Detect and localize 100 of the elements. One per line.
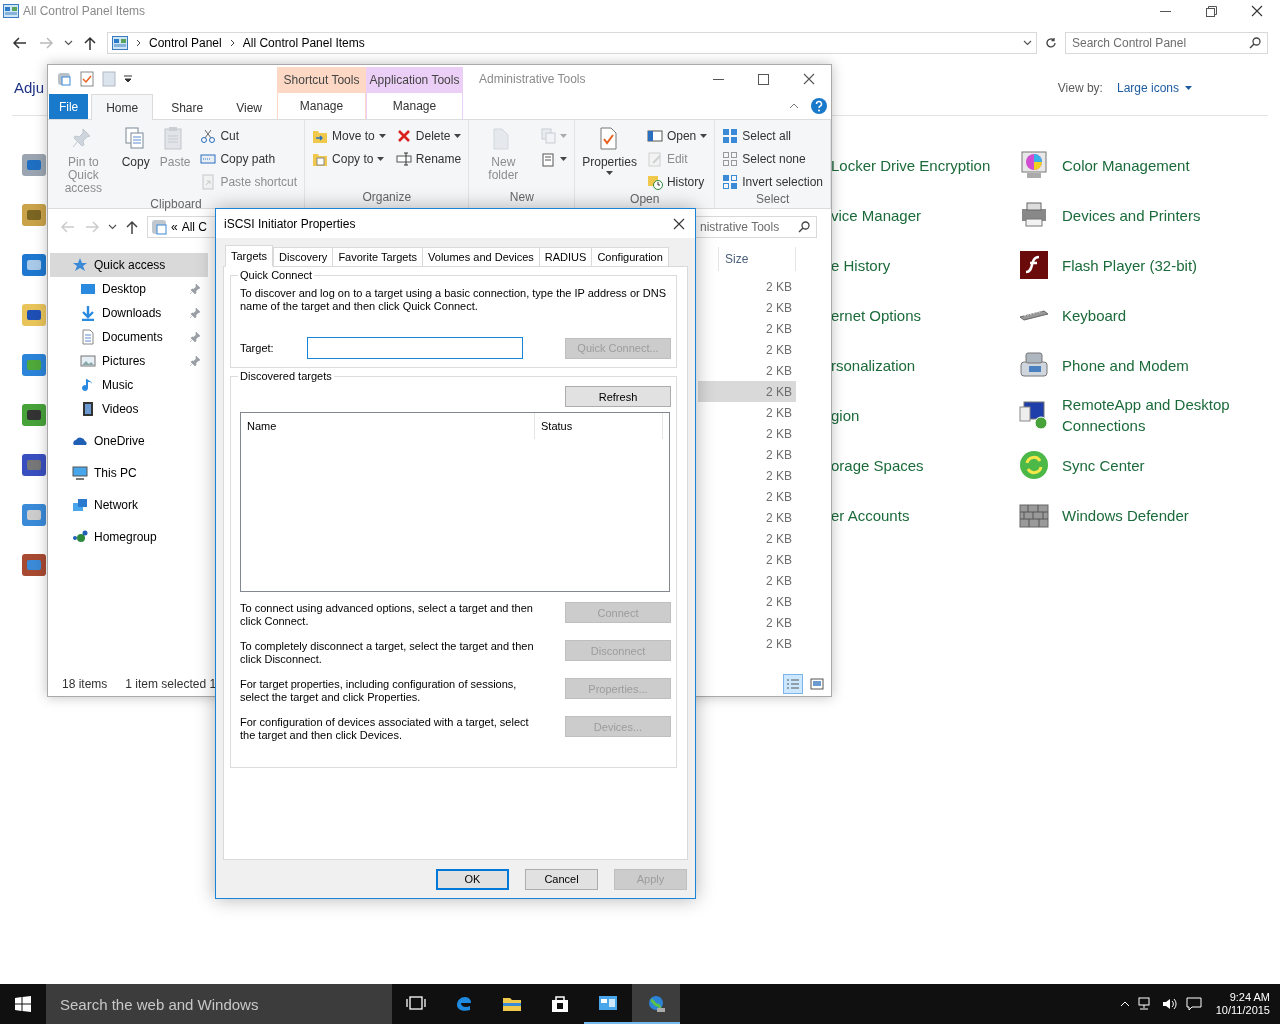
recent-locations-button[interactable]: [62, 38, 75, 48]
refresh-button[interactable]: Refresh: [565, 386, 671, 407]
ribbon-button[interactable]: Cut: [197, 126, 301, 146]
file-size-cell[interactable]: 2 KB: [698, 465, 796, 486]
select-none-icon: [722, 151, 739, 167]
file-size-cell[interactable]: 2 KB: [698, 318, 796, 339]
file-size-cell[interactable]: 2 KB: [698, 444, 796, 465]
file-size-cell[interactable]: 2 KB: [698, 570, 796, 591]
details-view-button[interactable]: [783, 673, 803, 694]
pin-icon: [190, 284, 200, 294]
file-size-cell[interactable]: 2 KB: [698, 297, 796, 318]
help-icon[interactable]: [811, 98, 827, 114]
ribbon-tab[interactable]: Share: [156, 94, 219, 120]
ribbon-button[interactable]: Copy: [118, 124, 153, 197]
dialog-tab[interactable]: Configuration: [591, 247, 669, 266]
applet-link[interactable]: Locker Drive Encryption: [831, 156, 1018, 174]
ribbon-button[interactable]: Delete: [392, 126, 465, 146]
ribbon-button[interactable]: Copy path: [197, 149, 301, 169]
file-size-cell[interactable]: 2 KB: [698, 276, 796, 297]
applet-link[interactable]: gion: [831, 406, 1018, 424]
file-tab[interactable]: File: [49, 94, 89, 119]
refresh-button[interactable]: [1043, 35, 1059, 51]
ribbon-button[interactable]: Properties: [579, 124, 640, 192]
file-size-cell[interactable]: 2 KB: [698, 381, 796, 402]
breadcrumb-item[interactable]: All Control Panel Items: [242, 36, 365, 50]
column-header[interactable]: Size: [718, 247, 796, 271]
search-field[interactable]: Search the web and Windows: [46, 984, 392, 1024]
file-size-cell[interactable]: 2 KB: [698, 528, 796, 549]
applet-link[interactable]: Keyboard: [1062, 304, 1262, 326]
dialog-button[interactable]: Cancel: [525, 868, 598, 890]
file-size-cell[interactable]: 2 KB: [698, 633, 796, 654]
file-size-cell[interactable]: 2 KB: [698, 339, 796, 360]
address-bar[interactable]: Control Panel All Control Panel Items: [107, 32, 1037, 54]
recent-locations-button[interactable]: [106, 222, 119, 232]
show-hidden-icons-button[interactable]: [1119, 1001, 1130, 1007]
nav-item[interactable]: Pictures: [50, 349, 208, 373]
column-header[interactable]: Name: [241, 413, 535, 439]
file-size-cell[interactable]: 2 KB: [698, 423, 796, 444]
customize-dropdown-icon[interactable]: [124, 75, 132, 83]
applet-link[interactable]: Windows Defender: [1062, 504, 1262, 526]
ribbon-tab[interactable]: View: [221, 94, 277, 120]
applet-link[interactable]: orage Spaces: [831, 456, 1018, 474]
applet-link[interactable]: e History: [831, 256, 1018, 274]
path-icon: [200, 151, 217, 167]
ribbon-button[interactable]: Select all: [719, 126, 826, 146]
file-size-cell[interactable]: 2 KB: [698, 591, 796, 612]
breadcrumb-item[interactable]: Control Panel: [149, 36, 222, 50]
nav-item[interactable]: Downloads: [50, 301, 208, 325]
nav-item[interactable]: Quick access: [50, 253, 208, 277]
nav-item[interactable]: Homegroup: [50, 525, 208, 549]
ribbon-button[interactable]: Move to: [309, 126, 389, 146]
nav-item[interactable]: Documents: [50, 325, 208, 349]
applet-link[interactable]: Phone and Modem: [1062, 354, 1262, 376]
checkmark-document-icon[interactable]: [80, 71, 94, 87]
dialog-tab[interactable]: Discovery: [273, 247, 334, 266]
file-size-cell[interactable]: 2 KB: [698, 360, 796, 381]
nav-item[interactable]: Desktop: [50, 277, 208, 301]
notifications-button[interactable]: [1185, 997, 1202, 1011]
applet-link[interactable]: RemoteApp and Desktop Connections: [1062, 394, 1262, 436]
collapse-ribbon-icon[interactable]: [789, 103, 799, 109]
nav-item[interactable]: Music: [50, 373, 208, 397]
ribbon-tab[interactable]: Home: [91, 94, 154, 120]
file-size-cell[interactable]: 2 KB: [698, 507, 796, 528]
ribbon-button[interactable]: History: [643, 172, 711, 192]
targets-list[interactable]: Name Status: [240, 412, 670, 592]
column-header[interactable]: Status: [535, 413, 663, 439]
nav-item[interactable]: Network: [50, 493, 208, 517]
applet-link[interactable]: ernet Options: [831, 306, 1018, 324]
file-size-cell[interactable]: 2 KB: [698, 486, 796, 507]
ribbon-button[interactable]: Invert selection: [719, 172, 826, 192]
search-field[interactable]: Search Control Panel: [1065, 32, 1268, 54]
ribbon-button[interactable]: Select none: [719, 149, 826, 169]
target-input-field[interactable]: [307, 337, 523, 359]
view-by-dropdown[interactable]: Large icons: [1116, 80, 1192, 95]
dialog-tab[interactable]: Volumes and Devices: [422, 247, 540, 266]
dialog-tab[interactable]: Targets: [225, 245, 274, 267]
view-by-label: View by:: [1057, 80, 1103, 95]
applet-link[interactable]: vice Manager: [831, 206, 1018, 224]
volume-button[interactable]: [1161, 997, 1178, 1011]
file-size-cell[interactable]: 2 KB: [698, 402, 796, 423]
applet-link[interactable]: Color Management: [1062, 154, 1262, 176]
nav-item[interactable]: OneDrive: [50, 429, 208, 453]
file-size-cell[interactable]: 2 KB: [698, 549, 796, 570]
file-size-cell[interactable]: 2 KB: [698, 612, 796, 633]
applet-link[interactable]: er Accounts: [831, 506, 1018, 524]
dialog-button[interactable]: OK: [436, 868, 509, 890]
nav-item[interactable]: Videos: [50, 397, 208, 421]
dialog-tab[interactable]: RADIUS: [538, 247, 593, 266]
applet-link[interactable]: Flash Player (32-bit): [1062, 254, 1262, 276]
ribbon-button[interactable]: Copy to: [309, 149, 389, 169]
dialog-tab[interactable]: Favorite Targets: [332, 247, 424, 266]
applet-link[interactable]: Sync Center: [1062, 454, 1262, 476]
nav-item[interactable]: This PC: [50, 461, 208, 485]
large-icons-view-icon: [810, 677, 824, 690]
applet-link[interactable]: Devices and Printers: [1062, 204, 1262, 226]
properties-gear-icon[interactable]: [56, 71, 72, 87]
search-field[interactable]: nistrative Tools: [693, 216, 817, 238]
ribbon-button[interactable]: Rename: [392, 149, 465, 169]
applet-link[interactable]: rsonalization: [831, 356, 1018, 374]
ribbon-button[interactable]: Open: [643, 126, 711, 146]
